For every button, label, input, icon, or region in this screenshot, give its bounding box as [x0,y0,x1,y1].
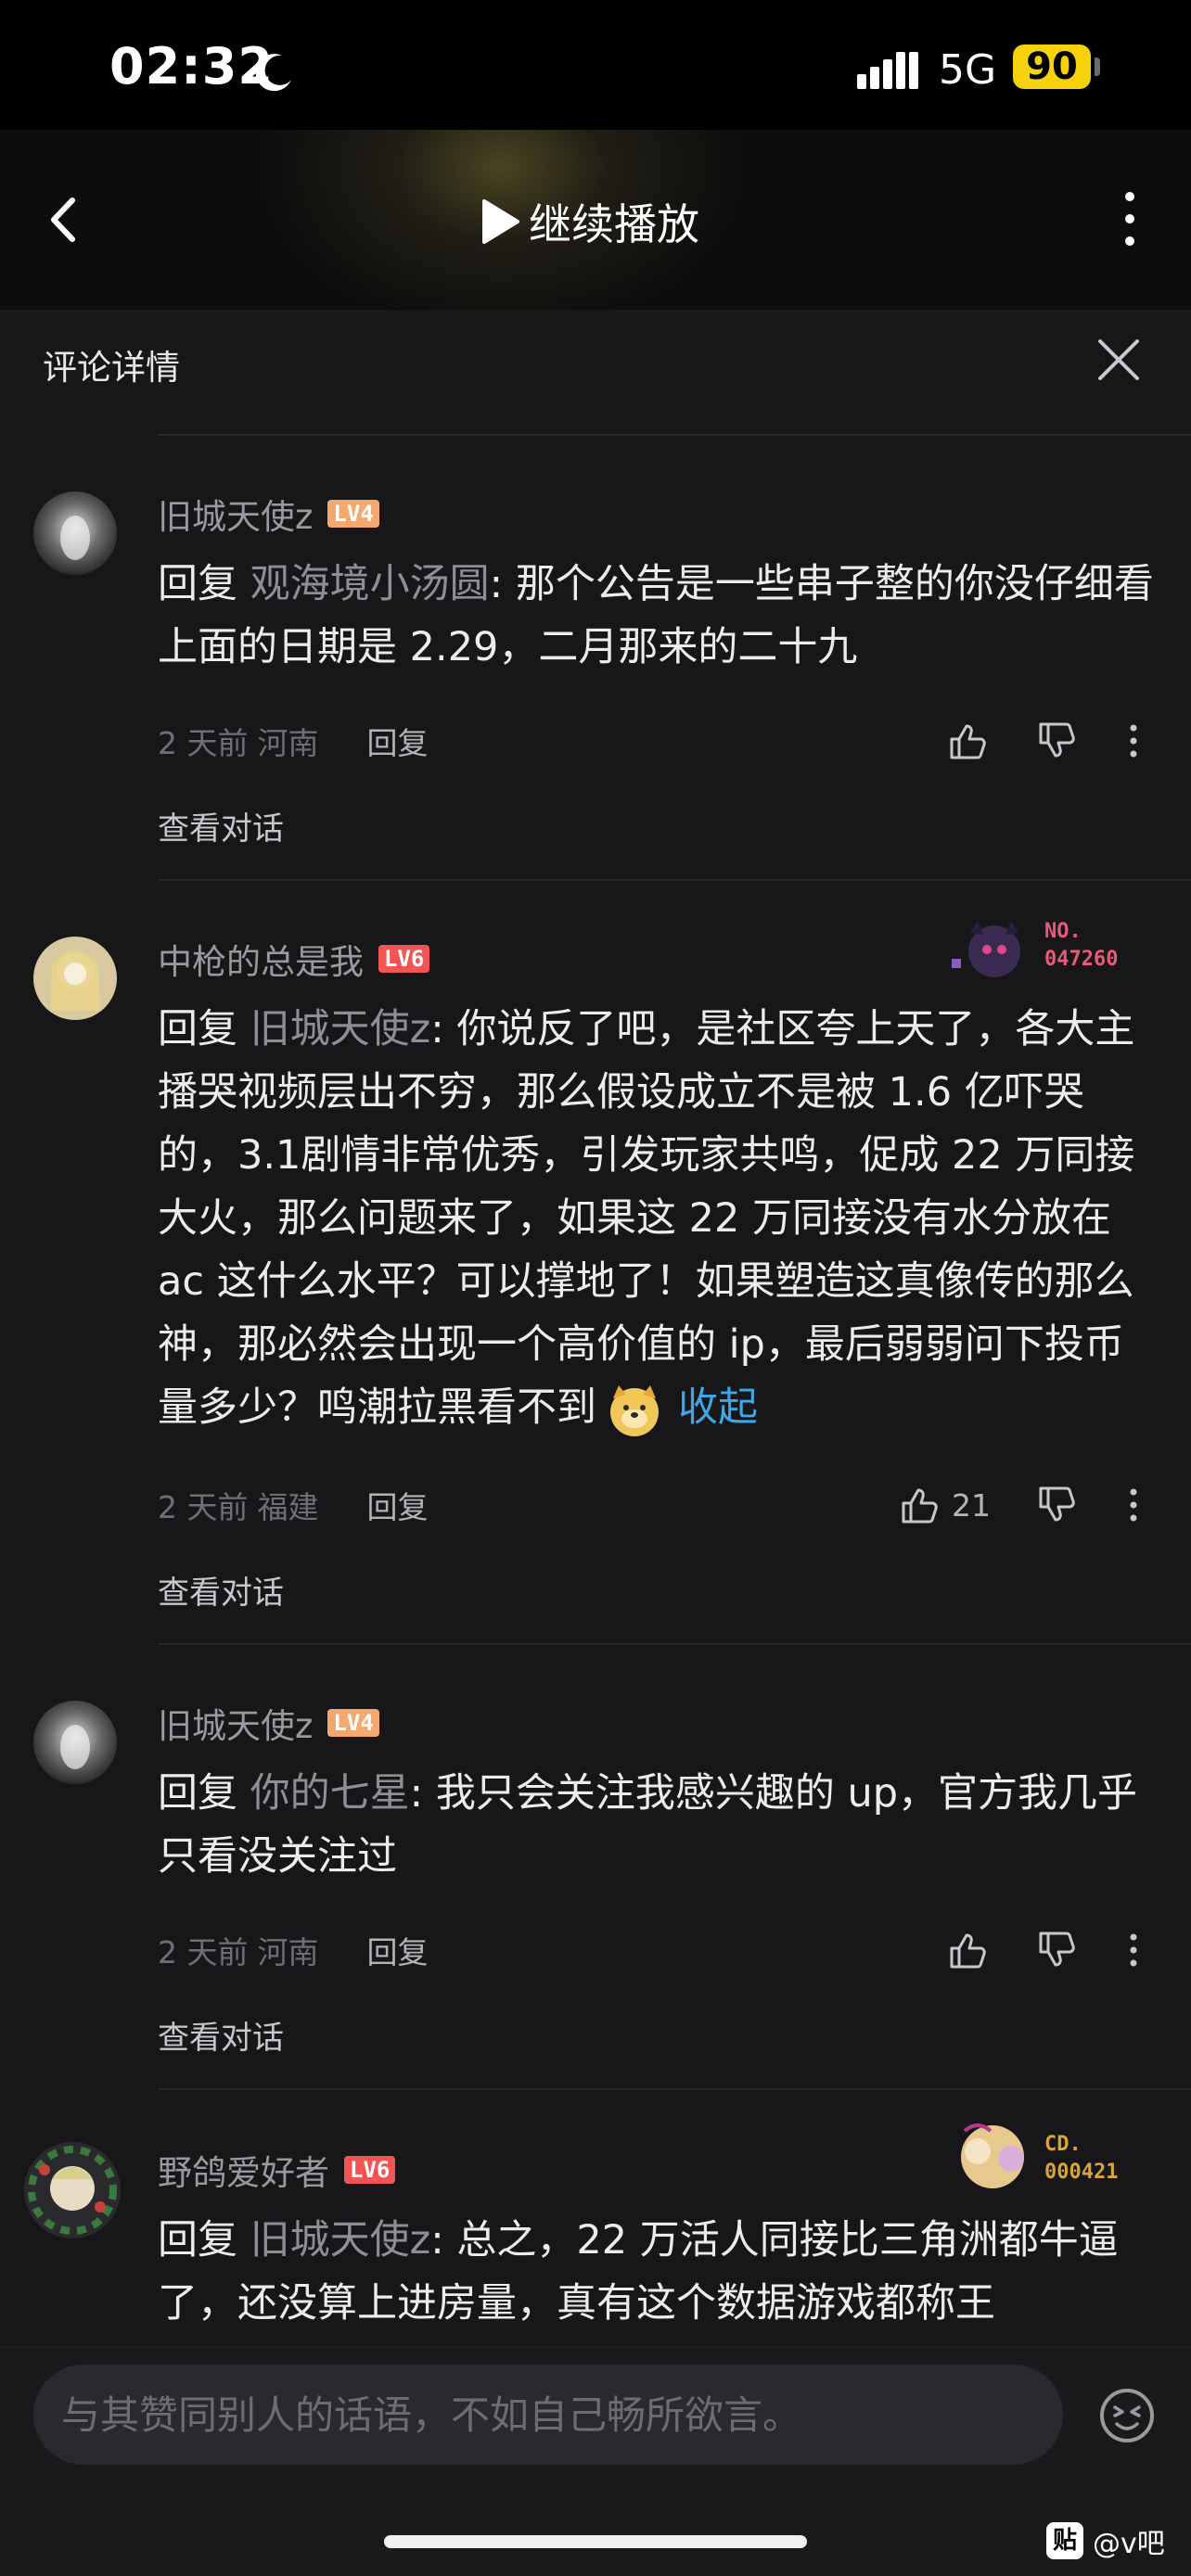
battery-tip [1095,57,1100,76]
battery-level: 90 [1013,45,1091,89]
page-title: 评论详情 [43,348,180,388]
status-bar: 02:32 5G 90 [0,0,1191,130]
more-vertical-icon [1130,724,1137,758]
header-divider [158,434,1191,436]
play-icon [482,199,519,244]
comment-meta: 2 天前 福建 回复 [158,1482,1159,1528]
view-conversation-link[interactable]: 查看对话 [158,1567,284,1613]
fan-badge[interactable]: NO. 047260 [946,912,1159,987]
signal-icon [857,52,918,89]
dislike-button[interactable] [1037,1927,1078,1973]
level-badge: LV6 [378,945,430,973]
like-button[interactable] [948,718,989,764]
reply-prefix: 回复 [158,2217,250,2264]
collapse-link[interactable]: 收起 [678,1384,758,1431]
comment-more-button[interactable] [1124,1927,1143,1973]
level-badge: LV6 [344,2156,396,2184]
comment-meta: 2 天前 河南 回复 [158,1927,1159,1973]
thumb-up-icon [950,1933,986,1969]
username-row: 野鸽爱好者 LV6 [158,2145,396,2195]
username[interactable]: 旧城天使z [158,489,313,539]
reply-target-user[interactable]: 旧城天使z [250,1006,431,1052]
username-row: 中枪的总是我 LV6 [158,934,430,984]
comment-input-container[interactable] [33,2365,1063,2465]
badge-character-icon [952,920,1020,977]
comment-time: 2 天前 [158,725,249,761]
level-badge: LV4 [327,1709,379,1737]
home-indicator[interactable] [384,2535,807,2548]
dislike-button[interactable] [1037,1482,1078,1528]
comment-text: 回复 旧城天使z: 你说反了吧，是社区夸上天了，各大主播哭视频层出不穷，那么假设… [158,998,1159,1439]
reply-prefix: 回复 [158,1006,250,1052]
level-badge: LV4 [327,500,379,528]
comment-input[interactable] [61,2365,1026,2465]
reply-button[interactable]: 回复 [367,719,429,763]
like-button[interactable]: 21 [900,1482,991,1528]
view-conversation-link[interactable]: 查看对话 [158,803,284,848]
emoji-icon[interactable] [1098,2387,1156,2444]
comment-location: 福建 [257,1489,319,1525]
status-time: 02:32 [109,37,274,96]
comment-divider [158,1643,1191,1645]
comment-body: : 你说反了吧，是社区夸上天了，各大主播哭视频层出不穷，那么假设成立不是被 1.… [158,1006,1135,1431]
fan-badge[interactable]: CD. 000421 [946,2112,1159,2188]
badge-character-icon [961,2123,1024,2188]
badge-number: CD. 000421 [1044,2133,1119,2184]
doge-emoji-icon [610,1384,659,1436]
reply-target-user[interactable]: 旧城天使z [250,2217,431,2264]
comment-divider [158,879,1191,881]
comment-more-button[interactable] [1124,718,1143,764]
username-row: 旧城天使z LV4 [158,489,379,539]
like-button[interactable] [948,1927,989,1973]
view-conversation-link[interactable]: 查看对话 [158,2012,284,2058]
comment-divider [158,2088,1191,2090]
thumb-up-icon [950,724,986,759]
username[interactable]: 野鸽爱好者 [158,2145,329,2195]
avatar[interactable] [33,1701,117,1784]
comment-more-button[interactable] [1124,1482,1143,1528]
reply-button[interactable]: 回复 [367,1928,429,1972]
reply-target-user[interactable]: 观海境小汤圆 [250,561,490,607]
username[interactable]: 中枪的总是我 [158,934,364,984]
thumb-down-icon [1039,1932,1075,1967]
like-count: 21 [952,1486,991,1524]
comment-detail-header: 评论详情 [0,310,1191,436]
badge-number: NO. 047260 [1044,920,1119,971]
username-row: 旧城天使z LV4 [158,1698,379,1748]
avatar[interactable] [33,937,117,1020]
chevron-left-icon[interactable] [37,187,93,252]
moon-icon [255,54,291,92]
watermark-logo: 贴 [1046,2522,1083,2559]
comment-meta: 2 天前 河南 回复 [158,718,1159,764]
watermark: 贴 @v吧 [1046,2520,1165,2561]
more-vertical-icon[interactable] [1109,185,1150,252]
thumb-down-icon [1039,722,1075,758]
dislike-button[interactable] [1037,718,1078,764]
comment-time: 2 天前 [158,1934,249,1970]
resume-play-button[interactable]: 继续播放 [479,189,699,254]
thumb-down-icon [1039,1486,1075,1522]
close-icon[interactable] [1095,336,1143,384]
network-type: 5G [939,46,997,94]
reply-button[interactable]: 回复 [367,1483,429,1527]
reply-prefix: 回复 [158,561,250,607]
resume-label: 继续播放 [529,199,699,249]
video-header: 继续播放 [0,130,1191,310]
comment-text: 回复 观海境小汤圆: 那个公告是一些串子整的你没仔细看上面的日期是 2.29，二… [158,553,1159,679]
thumb-up-icon [902,1488,938,1524]
comment-time: 2 天前 [158,1489,249,1525]
comment-location: 河南 [257,725,319,761]
more-vertical-icon [1130,1933,1137,1967]
comment-text: 回复 你的七星: 我只会关注我感兴趣的 up，官方我几乎只看没关注过 [158,1762,1159,1888]
reply-target-user[interactable]: 你的七星 [250,1770,410,1817]
avatar[interactable] [24,2142,121,2238]
more-vertical-icon [1130,1488,1137,1522]
comment-location: 河南 [257,1934,319,1970]
comment-text: 回复 旧城天使z: 总之，22 万活人同接比三角洲都牛逼了，还没算上进房量，真有… [158,2209,1159,2346]
watermark-text: @v吧 [1093,2528,1165,2560]
avatar[interactable] [33,491,117,575]
reply-prefix: 回复 [158,1770,250,1817]
username[interactable]: 旧城天使z [158,1698,313,1748]
